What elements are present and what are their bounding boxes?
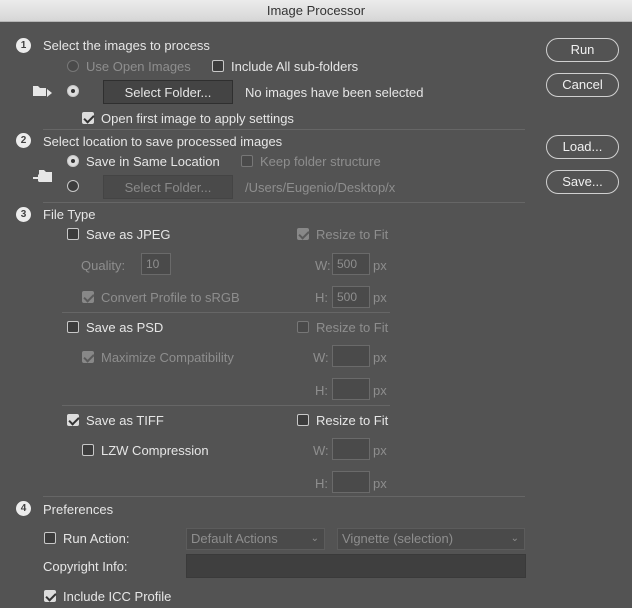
psd-width-unit: px — [373, 350, 387, 365]
lzw-compression-checkbox[interactable] — [82, 444, 94, 456]
psd-height-unit: px — [373, 383, 387, 398]
step-2-badge: 2 — [16, 133, 31, 148]
step-1-badge: 1 — [16, 38, 31, 53]
include-subfolders-checkbox[interactable] — [212, 60, 224, 72]
divider-2 — [43, 202, 525, 203]
section-2-title: Select location to save processed images — [43, 134, 283, 149]
jpeg-height-unit: px — [373, 290, 387, 305]
open-first-label: Open first image to apply settings — [101, 111, 294, 126]
select-folder-button[interactable]: Select Folder... — [103, 80, 233, 104]
include-subfolders-label: Include All sub-folders — [231, 59, 359, 74]
convert-srgb-checkbox[interactable] — [82, 291, 94, 303]
keep-folder-structure-checkbox[interactable] — [241, 155, 253, 167]
section-3-title: File Type — [43, 207, 96, 222]
section-1-title: Select the images to process — [43, 38, 210, 53]
section-4-title: Preferences — [43, 502, 114, 517]
save-as-psd-checkbox[interactable] — [67, 321, 79, 333]
save-as-tiff-checkbox[interactable] — [67, 414, 79, 426]
psd-width-label: W: — [313, 350, 329, 365]
run-action-checkbox[interactable] — [44, 532, 56, 544]
jpeg-height-label: H: — [315, 290, 328, 305]
jpeg-width-input[interactable]: 500 — [332, 253, 370, 275]
jpeg-resize-label: Resize to Fit — [316, 227, 389, 242]
jpeg-quality-label: Quality: — [81, 258, 126, 273]
save-as-tiff-label: Save as TIFF — [86, 413, 164, 428]
chevron-down-icon: ⌄ — [310, 533, 319, 544]
load-button[interactable]: Load... — [546, 135, 619, 159]
run-button[interactable]: Run — [546, 38, 619, 62]
include-icc-label: Include ICC Profile — [63, 589, 172, 604]
tiff-width-label: W: — [313, 443, 329, 458]
save-as-psd-label: Save as PSD — [86, 320, 164, 335]
save-same-location-radio[interactable] — [67, 155, 79, 167]
save-button[interactable]: Save... — [546, 170, 619, 194]
use-open-images-radio[interactable] — [67, 60, 79, 72]
keep-folder-structure-label: Keep folder structure — [260, 154, 381, 169]
jpeg-height-input[interactable]: 500 — [332, 286, 370, 308]
tiff-resize-checkbox[interactable] — [297, 414, 309, 426]
tiff-height-label: H: — [315, 476, 328, 491]
selection-status: No images have been selected — [245, 85, 424, 100]
folder-arrow-icon — [33, 84, 53, 101]
open-first-checkbox[interactable] — [82, 112, 94, 124]
cancel-button[interactable]: Cancel — [546, 73, 619, 97]
tiff-height-input[interactable] — [332, 471, 370, 493]
include-icc-checkbox[interactable] — [44, 590, 56, 602]
action-select[interactable]: Vignette (selection) ⌄ — [337, 528, 525, 550]
psd-height-label: H: — [315, 383, 328, 398]
divider-psd — [62, 405, 390, 406]
convert-srgb-label: Convert Profile to sRGB — [101, 290, 240, 305]
maximize-compat-label: Maximize Compatibility — [101, 350, 234, 365]
select-destination-button[interactable]: Select Folder... — [103, 175, 233, 199]
select-destination-radio[interactable] — [67, 180, 79, 192]
tiff-width-input[interactable] — [332, 438, 370, 460]
jpeg-width-label: W: — [315, 258, 331, 273]
divider-jpeg — [62, 312, 390, 313]
save-as-jpeg-checkbox[interactable] — [67, 228, 79, 240]
step-4-badge: 4 — [16, 501, 31, 516]
use-open-images-label: Use Open Images — [86, 59, 191, 74]
action-set-select[interactable]: Default Actions ⌄ — [186, 528, 325, 550]
destination-path: /Users/Eugenio/Desktop/x — [245, 180, 396, 195]
step-3-badge: 3 — [16, 207, 31, 222]
action-value: Vignette (selection) — [342, 531, 454, 546]
psd-height-input[interactable] — [332, 378, 370, 400]
divider-3 — [43, 496, 525, 497]
maximize-compat-checkbox[interactable] — [82, 351, 94, 363]
copyright-input[interactable] — [186, 554, 526, 578]
psd-resize-checkbox[interactable] — [297, 321, 309, 333]
jpeg-width-unit: px — [373, 258, 387, 273]
action-set-value: Default Actions — [191, 531, 278, 546]
lzw-compression-label: LZW Compression — [101, 443, 209, 458]
save-folder-icon — [33, 168, 53, 187]
jpeg-resize-checkbox[interactable] — [297, 228, 309, 240]
run-action-label: Run Action: — [63, 531, 130, 546]
window-title: Image Processor — [0, 0, 632, 22]
psd-width-input[interactable] — [332, 345, 370, 367]
select-folder-radio[interactable] — [67, 85, 79, 97]
psd-resize-label: Resize to Fit — [316, 320, 389, 335]
tiff-resize-label: Resize to Fit — [316, 413, 389, 428]
tiff-height-unit: px — [373, 476, 387, 491]
copyright-label: Copyright Info: — [43, 559, 128, 574]
jpeg-quality-input[interactable]: 10 — [141, 253, 171, 275]
divider-1 — [43, 129, 525, 130]
chevron-down-icon: ⌄ — [510, 533, 519, 544]
save-same-location-label: Save in Same Location — [86, 154, 220, 169]
save-as-jpeg-label: Save as JPEG — [86, 227, 171, 242]
tiff-width-unit: px — [373, 443, 387, 458]
